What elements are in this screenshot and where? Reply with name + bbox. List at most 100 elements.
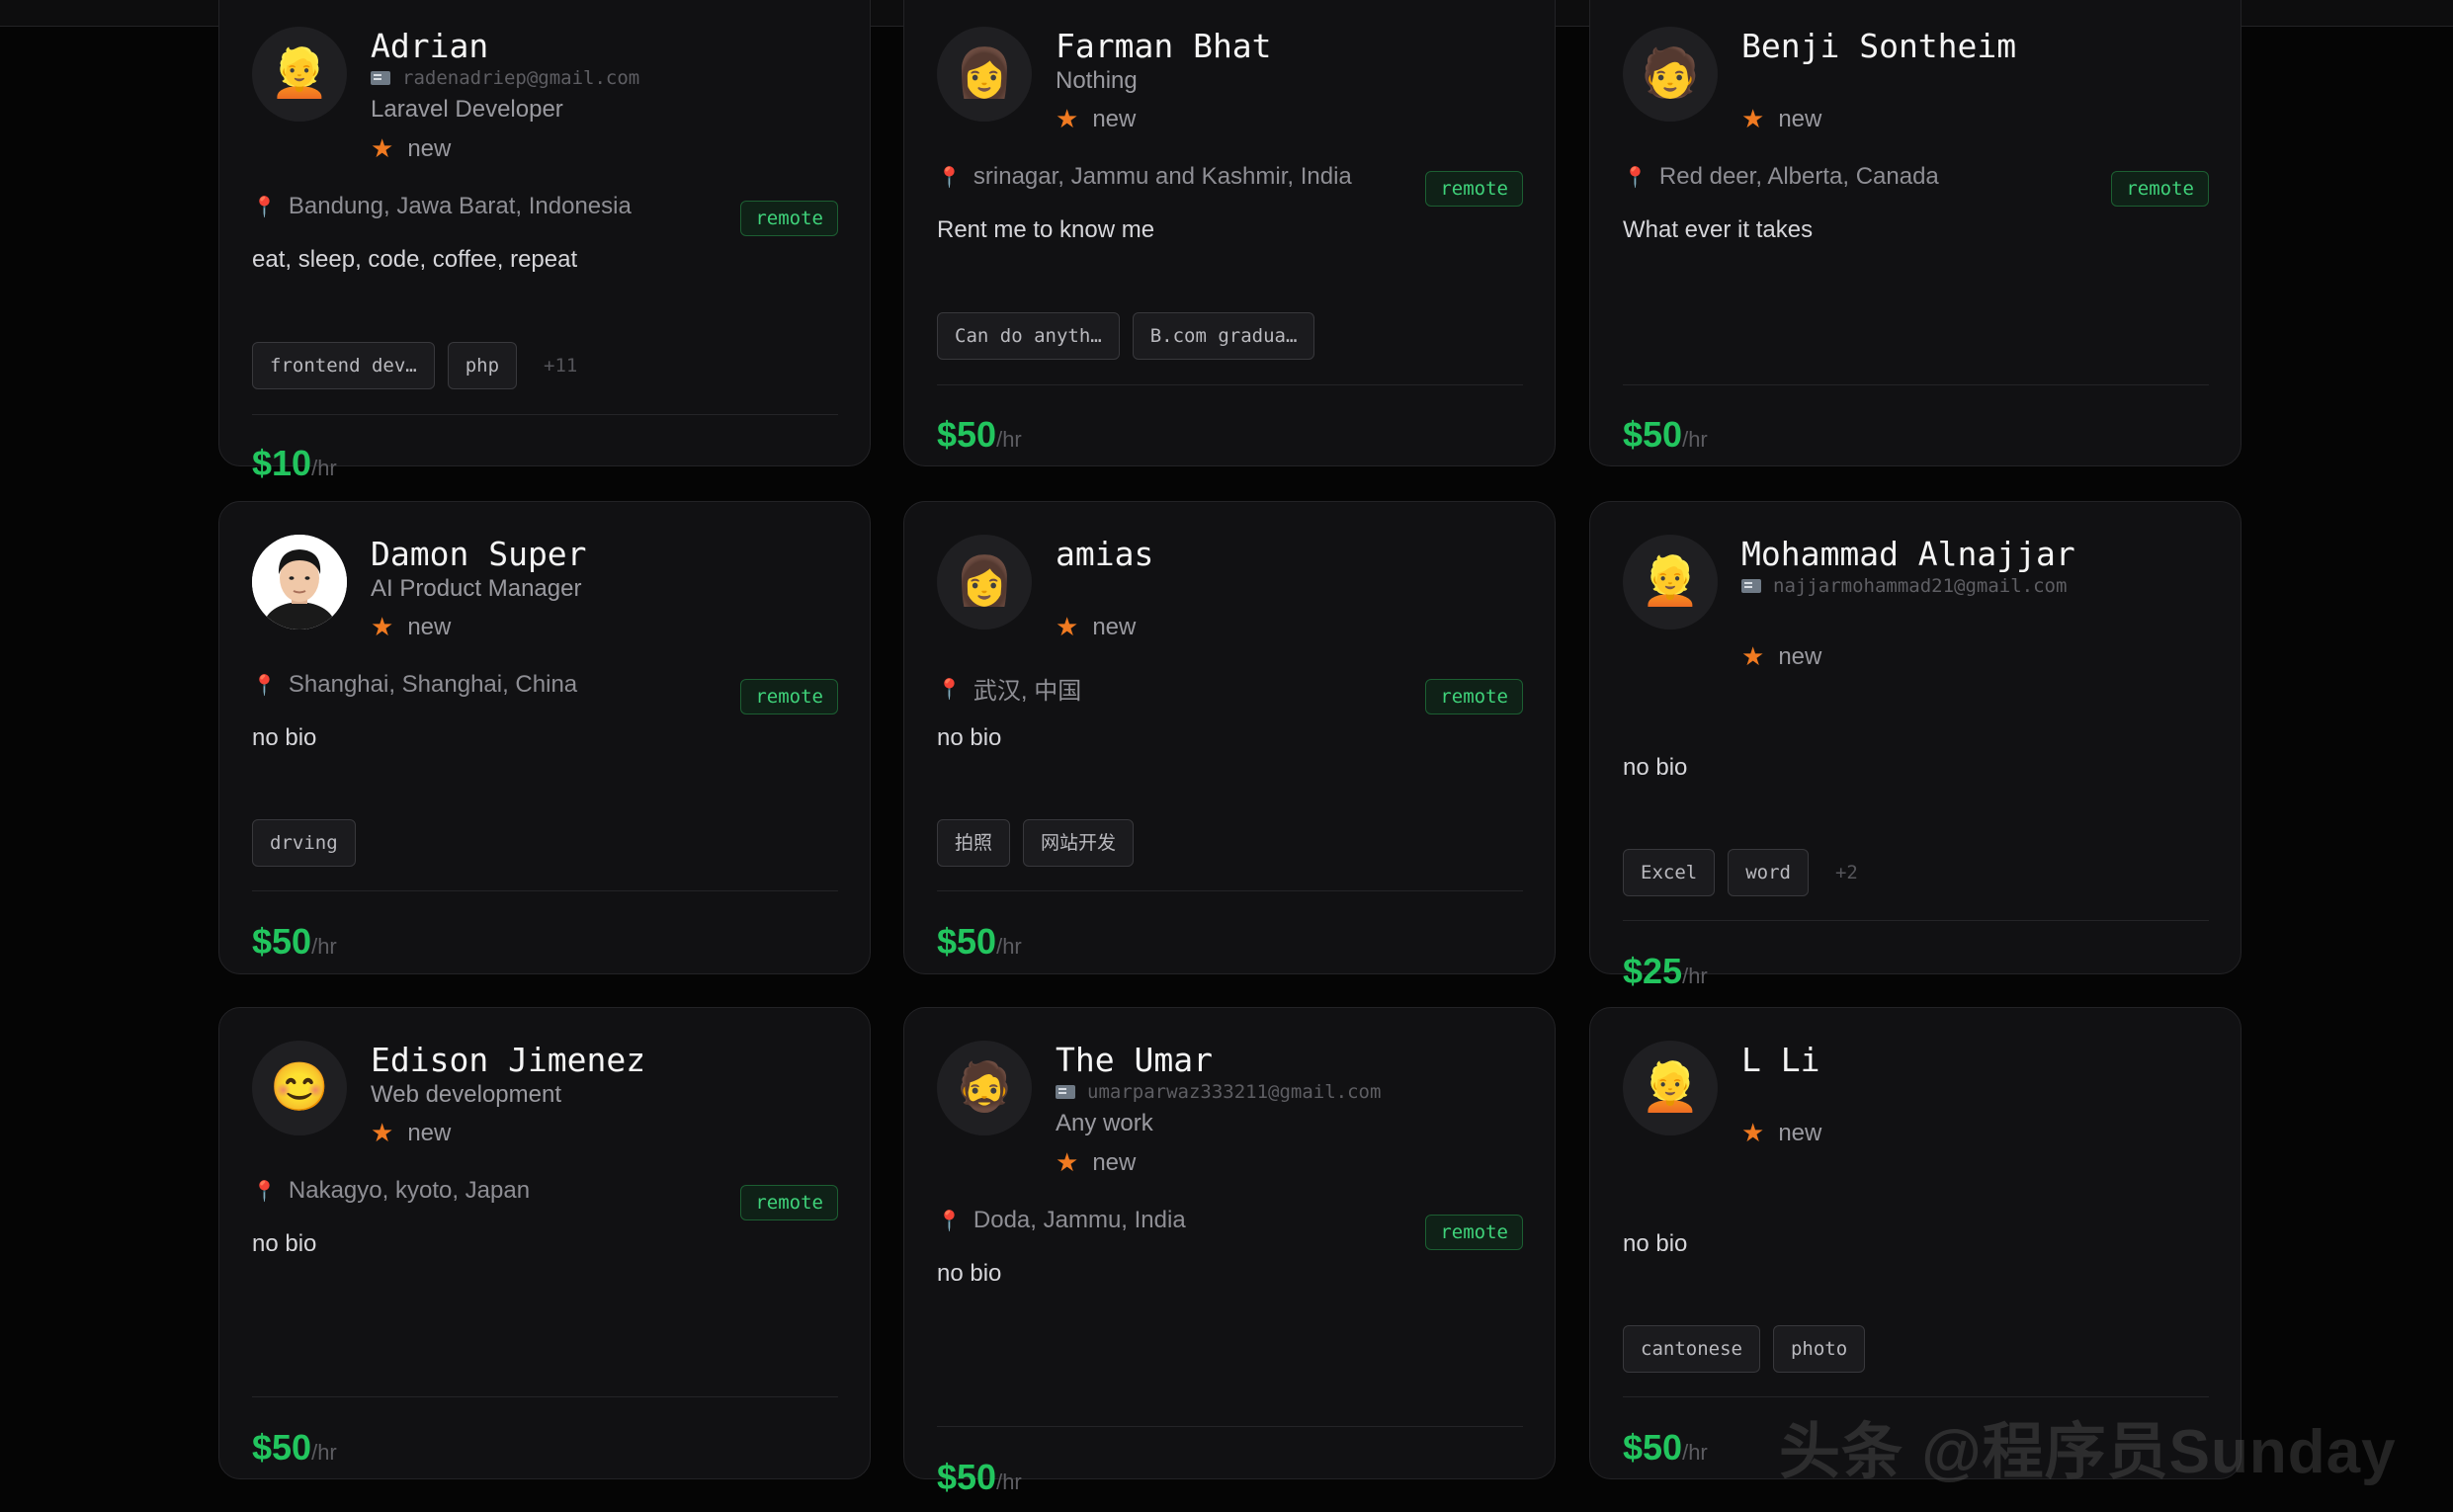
freelancer-card-edison-jimenez[interactable]: 😊 Edison Jimenez Web development ★ new 📍… [218,1007,871,1479]
person-photo-icon [252,535,347,630]
avatar: 👩 [937,27,1032,122]
rating-row: ★ new [1741,642,1821,672]
remote-badge: remote [2111,171,2209,207]
freelancer-card-amias[interactable]: 👩 amias ★ new 📍 武汉, 中国 remote no bio 拍照 … [903,501,1556,974]
location-text: Shanghai, Shanghai, China [288,671,578,698]
skill-tag[interactable]: Can do anyth… [937,312,1120,360]
bio-text: no bio [252,724,317,751]
skill-tag[interactable]: word [1728,849,1809,896]
job-title: Nothing [1056,67,1138,94]
more-tags-count[interactable]: +2 [1821,862,1858,883]
freelancer-card-farman-bhat[interactable]: 👩 Farman Bhat Nothing ★ new 📍 srinagar, … [903,0,1556,466]
skill-tag[interactable]: frontend dev… [252,342,435,389]
price-unit: /hr [311,456,337,480]
divider [937,1426,1523,1427]
remote-badge: remote [740,1185,838,1220]
hourly-rate: $50 /hr [1623,414,1708,456]
email-text: najjarmohammad21@gmail.com [1773,575,2068,597]
map-pin-icon: 📍 [252,1179,277,1203]
location-text: Red deer, Alberta, Canada [1658,163,1939,190]
skill-tag[interactable]: 网站开发 [1023,819,1135,867]
skill-tag[interactable]: drving [252,819,356,867]
watermark: 头条 @程序员Sunday [1779,1418,2397,1486]
avatar: 👩 [937,535,1032,630]
freelancer-name[interactable]: Mohammad Alnajjar [1741,535,2075,573]
rating-row: ★ new [1056,613,1136,642]
freelancer-card-adrian[interactable]: 👱 Adrian radenadriep@gmail.com Laravel D… [218,0,871,483]
skill-tag[interactable]: php [447,342,518,389]
location-row: 📍 Red deer, Alberta, Canada [1623,163,1939,191]
map-pin-icon: 📍 [937,165,962,189]
freelancer-name[interactable]: Damon Super [371,535,587,573]
freelancer-name[interactable]: Farman Bhat [1056,27,1272,65]
job-title: Laravel Developer [371,96,563,123]
bio-text: no bio [252,1230,317,1257]
rating-label: new [1092,1149,1137,1176]
skill-tag[interactable]: cantonese [1623,1325,1760,1373]
bio-text: eat, sleep, code, coffee, repeat [252,246,578,273]
location-text: Bandung, Jawa Barat, Indonesia [288,193,632,219]
avatar: 🧔 [937,1041,1032,1135]
mail-icon [1056,1085,1075,1099]
bio-text: no bio [1623,1230,1688,1257]
skill-tag[interactable]: photo [1772,1325,1866,1373]
price-amount: $10 [252,443,312,483]
job-title: Web development [371,1081,562,1108]
star-icon: ★ [371,134,394,164]
avatar: 🧑 [1623,27,1718,122]
mail-icon [1741,579,1761,593]
location-text: srinagar, Jammu and Kashmir, India [973,163,1352,190]
remote-badge: remote [740,201,838,236]
email-text: umarparwaz333211@gmail.com [1087,1081,1382,1103]
hourly-rate: $50 /hr [937,414,1022,456]
more-tags-count[interactable]: +11 [530,355,577,377]
price-unit: /hr [311,934,337,959]
rating-label: new [1092,106,1137,132]
hourly-rate: $25 /hr [1623,951,1708,992]
rating-label: new [407,614,452,640]
freelancer-name[interactable]: Benji Sontheim [1741,27,2016,65]
freelancer-card-benji-sontheim[interactable]: 🧑 Benji Sontheim ★ new 📍 Red deer, Alber… [1589,0,2242,466]
star-icon: ★ [1741,1119,1765,1148]
skill-tags: Can do anyth… B.com gradua… [937,312,1315,360]
freelancer-name[interactable]: Adrian [371,27,488,65]
skill-tags: cantonese photo [1623,1325,1866,1373]
bio-text: no bio [1623,754,1688,781]
freelancer-name[interactable]: Edison Jimenez [371,1041,645,1079]
skill-tag[interactable]: Excel [1623,849,1716,896]
email-row: najjarmohammad21@gmail.com [1741,575,2067,597]
star-icon: ★ [1741,642,1765,672]
star-icon: ★ [1741,105,1765,134]
star-icon: ★ [1056,105,1079,134]
location-row: 📍 Bandung, Jawa Barat, Indonesia [252,193,632,220]
avatar: 😊 [252,1041,347,1135]
rating-label: new [1092,614,1137,640]
skill-tag[interactable]: 拍照 [937,819,1011,867]
remote-badge: remote [1425,171,1523,207]
skill-tag[interactable]: B.com gradua… [1132,312,1315,360]
rating-row: ★ new [1741,105,1821,134]
freelancer-card-damon-super[interactable]: Damon Super AI Product Manager ★ new 📍 S… [218,501,871,974]
avatar-photo [252,535,347,630]
freelancer-card-the-umar[interactable]: 🧔 The Umar umarparwaz333211@gmail.com An… [903,1007,1556,1497]
divider [1623,920,2209,921]
avatar: 👱 [1623,535,1718,630]
skill-tags: 拍照 网站开发 [937,819,1135,867]
freelancer-name[interactable]: The Umar [1056,1041,1213,1079]
rating-row: ★ new [371,134,451,164]
freelancer-name[interactable]: amias [1056,535,1153,573]
job-title: Any work [1056,1110,1153,1136]
price-unit: /hr [1682,1440,1708,1465]
divider [937,384,1523,385]
freelancer-card-mohammad-alnajjar[interactable]: 👱 Mohammad Alnajjar najjarmohammad21@gma… [1589,501,2242,991]
bio-text: Rent me to know me [937,216,1155,243]
avatar: 👱 [252,27,347,122]
mail-icon [371,71,390,85]
location-text: Doda, Jammu, India [973,1207,1186,1233]
hourly-rate: $50 /hr [937,1457,1022,1498]
price-unit: /hr [996,934,1022,959]
remote-badge: remote [740,679,838,714]
price-unit: /hr [1682,427,1708,452]
rating-label: new [407,1120,452,1146]
freelancer-name[interactable]: L Li [1741,1041,1819,1079]
